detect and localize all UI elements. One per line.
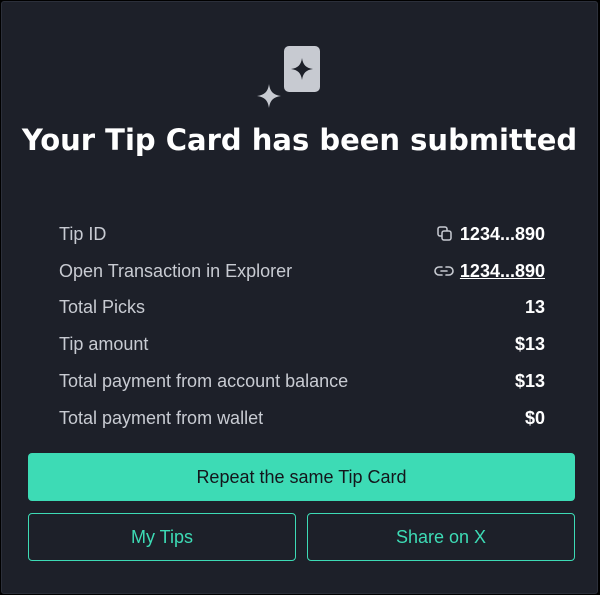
tip-card-icon <box>284 46 320 92</box>
from-wallet-value: $0 <box>524 407 545 428</box>
tip-id-text: 1234...890 <box>459 223 545 244</box>
from-balance-label: Total payment from account balance <box>59 371 349 392</box>
sparkle-icon <box>257 84 281 108</box>
from-wallet-label: Total payment from wallet <box>59 407 264 428</box>
link-icon <box>434 266 454 276</box>
repeat-tip-card-button[interactable]: Repeat the same Tip Card <box>28 453 575 501</box>
tip-submitted-card: Your Tip Card has been submitted Tip ID … <box>1 1 598 594</box>
tip-amount-label: Tip amount <box>59 334 149 355</box>
tip-amount-value: $13 <box>514 334 545 355</box>
total-picks-value: 13 <box>524 297 545 318</box>
detail-row-tip-id: Tip ID 1234...890 <box>59 216 545 253</box>
page-title: Your Tip Card has been submitted <box>21 123 578 157</box>
transaction-link[interactable]: 1234...890 <box>434 261 545 282</box>
detail-row-total-picks: Total Picks 13 <box>59 290 545 327</box>
detail-row-from-balance: Total payment from account balance $13 <box>59 363 545 400</box>
total-picks-label: Total Picks <box>59 297 146 318</box>
detail-row-transaction: Open Transaction in Explorer 1234...890 <box>59 253 545 290</box>
from-balance-value: $13 <box>514 371 545 392</box>
transaction-link-text[interactable]: 1234...890 <box>460 261 545 282</box>
transaction-label: Open Transaction in Explorer <box>59 260 293 281</box>
tip-details-list: Tip ID 1234...890 Open Transaction in Ex… <box>59 216 545 437</box>
tip-id-label: Tip ID <box>59 223 107 244</box>
detail-row-tip-amount: Tip amount $13 <box>59 326 545 363</box>
tip-id-value[interactable]: 1234...890 <box>436 224 545 245</box>
copy-icon[interactable] <box>436 225 454 243</box>
card-star-icon <box>291 58 313 80</box>
detail-row-from-wallet: Total payment from wallet $0 <box>59 400 545 437</box>
tip-card-sparkle-icon <box>257 44 327 114</box>
share-on-x-button[interactable]: Share on X <box>307 513 575 561</box>
my-tips-button[interactable]: My Tips <box>28 513 296 561</box>
